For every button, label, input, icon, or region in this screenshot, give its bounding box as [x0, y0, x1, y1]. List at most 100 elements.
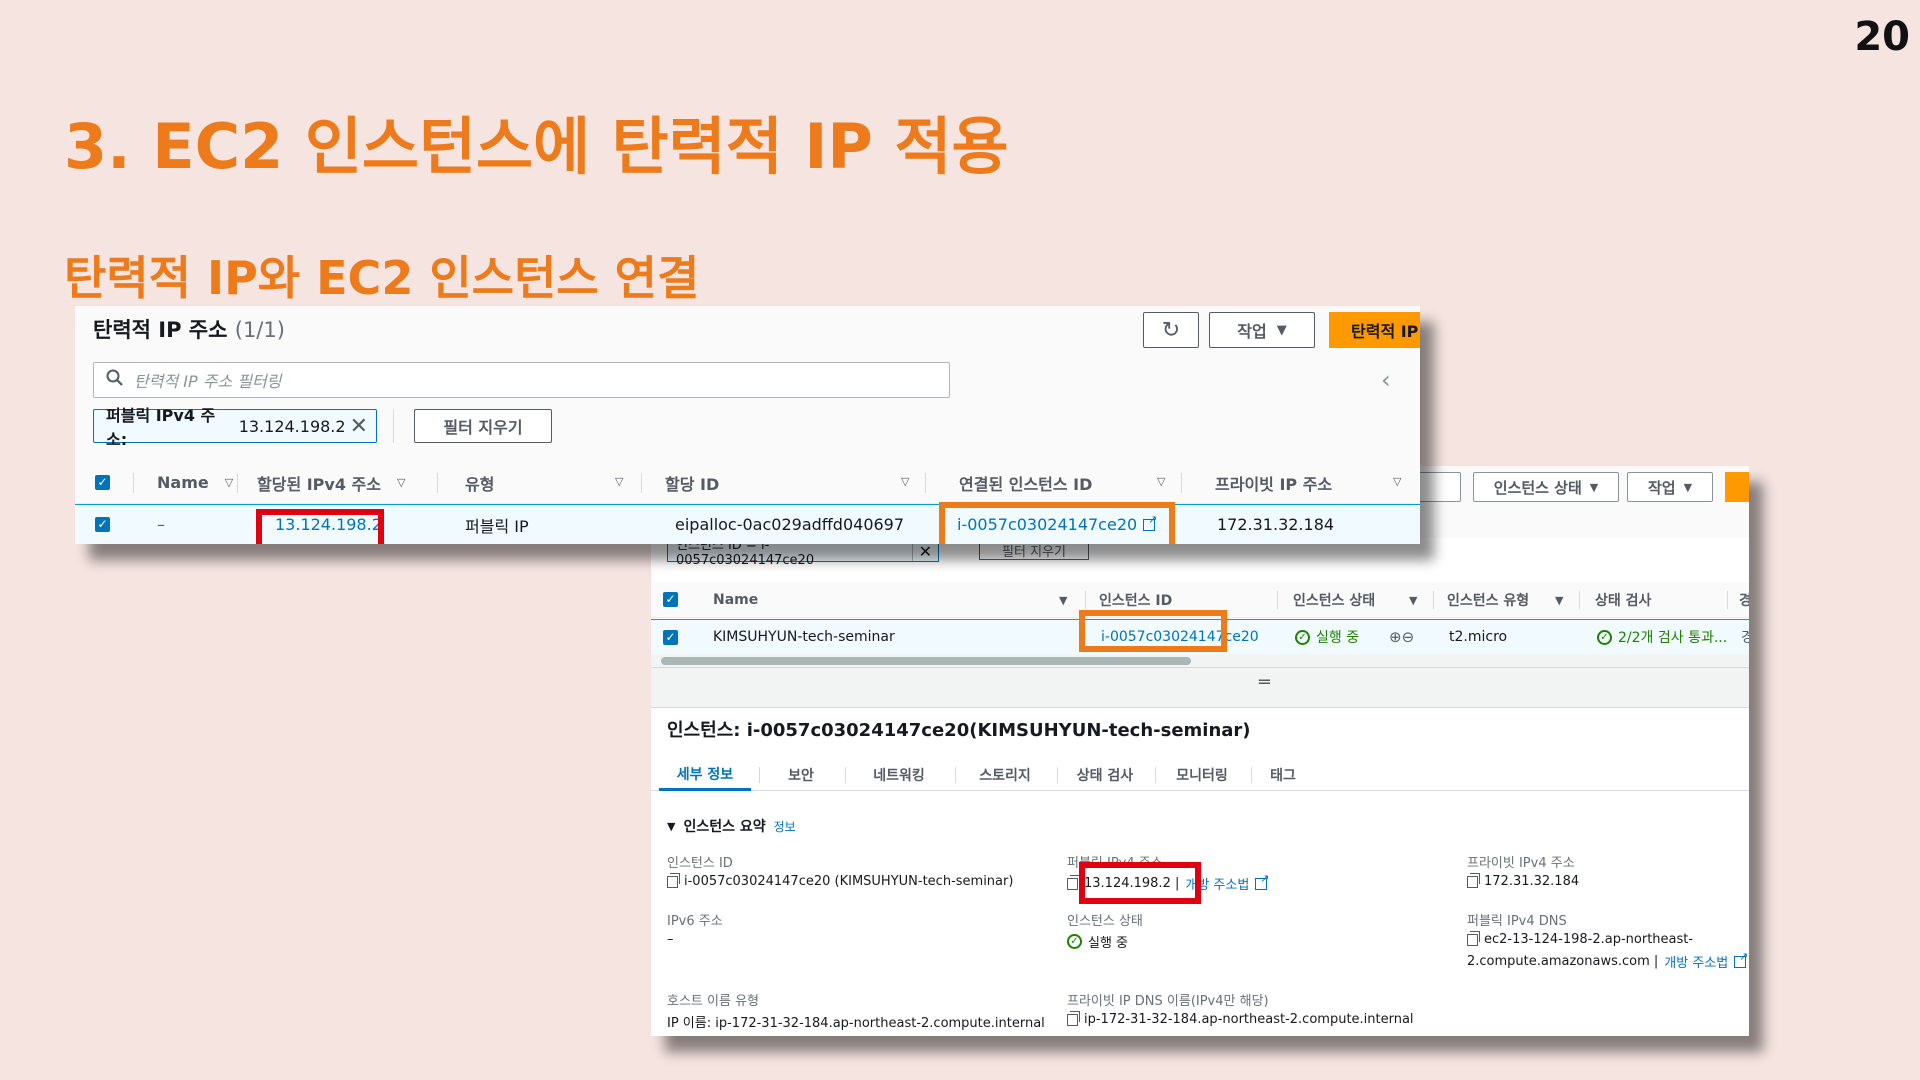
- instance-state-label: 인스턴스 상태: [1067, 914, 1143, 929]
- eip-name: –: [157, 515, 165, 534]
- copy-icon[interactable]: [1467, 872, 1480, 888]
- external-link-icon[interactable]: [1734, 950, 1748, 968]
- col-name[interactable]: Name: [713, 582, 758, 617]
- caret-down-icon: ▼: [1683, 480, 1693, 494]
- row-checkbox[interactable]: ✓: [95, 505, 110, 544]
- slide-title: 3. EC2 인스턴스에 탄력적 IP 적용: [64, 110, 1009, 183]
- col-name[interactable]: Name ▽: [157, 462, 233, 503]
- external-link-icon[interactable]: [1255, 872, 1269, 890]
- drag-handle-icon[interactable]: ═: [1259, 672, 1270, 693]
- col-instance-state[interactable]: 인스턴스 상태: [1293, 582, 1375, 617]
- detail-tabs: 세부 정보 보안 네트워킹 스토리지 상태 검사 모니터링 태그: [651, 759, 1749, 791]
- instance-name: KIMSUHYUN-tech-seminar: [713, 629, 895, 645]
- tab-security[interactable]: 보안: [761, 759, 841, 791]
- tab-details[interactable]: 세부 정보: [659, 759, 751, 791]
- hostname-type-value: IP 이름: ip-172-31-32-184.ap-northeast-2.c…: [667, 1016, 1045, 1031]
- sort-icon[interactable]: ▽: [901, 475, 909, 488]
- sort-icon[interactable]: ▼: [1555, 594, 1563, 607]
- elastic-ip-search-input[interactable]: 탄력적 IP 주소 필터링: [93, 362, 950, 398]
- tab-monitoring[interactable]: 모니터링: [1157, 759, 1247, 791]
- associated-instance-highlight: [939, 502, 1175, 544]
- instance-id-highlight: [1079, 610, 1227, 652]
- caret-down-icon: ▼: [1589, 480, 1599, 494]
- collapse-caret-icon[interactable]: ▼: [667, 820, 675, 833]
- ipv6-value: –: [667, 932, 674, 947]
- hostname-type-label: 호스트 이름 유형: [667, 994, 759, 1009]
- check-circle-icon: ✓: [1295, 629, 1310, 645]
- col-instance-type[interactable]: 인스턴스 유형: [1447, 582, 1529, 617]
- allocate-elastic-ip-button[interactable]: 탄력적 IP: [1329, 312, 1420, 348]
- status-check: ✓ 2/2개 검사 통과...: [1597, 620, 1727, 654]
- instance-state-button[interactable]: 인스턴스 상태 ▼: [1473, 472, 1619, 502]
- col-allocated-ipv4[interactable]: 할당된 IPv4 주소 ▽: [257, 462, 405, 503]
- row-checkbox[interactable]: ✓: [663, 620, 678, 654]
- col-type[interactable]: 유형: [465, 462, 494, 503]
- public-ipv4-highlight: [1079, 862, 1201, 904]
- sort-icon[interactable]: ▽: [225, 476, 233, 489]
- col-allocation-id[interactable]: 할당 ID: [665, 462, 719, 503]
- select-all-checkbox[interactable]: ✓: [95, 462, 110, 503]
- elastic-ip-screenshot: 탄력적 IP 주소 (1/1) ↻ 작업 ▼ 탄력적 IP 탄력적 IP 주소 필…: [75, 306, 1420, 544]
- page-number: 20: [1854, 14, 1910, 60]
- public-dns-value-line2: 2.compute.amazonaws.com | 개방 주소법: [1467, 950, 1748, 972]
- check-circle-icon: ✓: [1597, 629, 1612, 645]
- allocation-id: eipalloc-0ac029adffd040697: [675, 515, 905, 534]
- instance-summary-heading[interactable]: ▼ 인스턴스 요약 정보: [667, 816, 796, 836]
- actions-button[interactable]: 작업 ▼: [1209, 312, 1315, 348]
- col-status-check[interactable]: 상태 검사: [1595, 582, 1651, 617]
- close-icon[interactable]: ✕: [350, 414, 368, 439]
- close-icon[interactable]: ✕: [911, 541, 938, 561]
- refresh-button[interactable]: ↻: [1143, 312, 1199, 348]
- chevron-left-icon[interactable]: ‹: [1381, 366, 1391, 394]
- zoom-icons[interactable]: ⊕⊖: [1389, 620, 1414, 654]
- private-ipv4-value: 172.31.32.184: [1467, 872, 1579, 889]
- instance-state: ✓ 실행 중: [1295, 620, 1359, 654]
- select-all-checkbox[interactable]: ✓: [663, 582, 678, 617]
- tab-tags[interactable]: 태그: [1253, 759, 1313, 791]
- private-ipv4-label: 프라이빗 IPv4 주소: [1467, 856, 1575, 871]
- public-ip-filter-chip[interactable]: 퍼블릭 IPv4 주소: 13.124.198.2 ✕: [93, 406, 377, 449]
- clear-filters-button[interactable]: 필터 지우기: [414, 409, 552, 443]
- sort-icon[interactable]: ▽: [397, 476, 405, 489]
- alarm-status: 경: [1741, 630, 1749, 646]
- instance-id-label: 인스턴스 ID: [667, 856, 733, 871]
- sort-icon[interactable]: ▼: [1059, 594, 1067, 607]
- instances-actions-button[interactable]: 작업 ▼: [1627, 472, 1713, 502]
- private-ip: 172.31.32.184: [1217, 515, 1335, 534]
- sort-icon[interactable]: ▽: [1157, 475, 1165, 488]
- sort-icon[interactable]: ▼: [1409, 594, 1417, 607]
- split-panel-divider[interactable]: ═: [651, 668, 1749, 708]
- ipv6-label: IPv6 주소: [667, 914, 723, 929]
- tab-status-checks[interactable]: 상태 검사: [1059, 759, 1151, 791]
- sort-icon[interactable]: ▽: [615, 475, 623, 488]
- copy-icon[interactable]: [1067, 1010, 1080, 1026]
- public-dns-label: 퍼블릭 IPv4 DNS: [1467, 914, 1567, 929]
- refresh-icon: ↻: [1161, 317, 1181, 343]
- launch-instance-button[interactable]: [1725, 472, 1749, 502]
- horizontal-scrollbar[interactable]: [651, 654, 1749, 668]
- search-icon: [106, 369, 124, 391]
- eip-type: 퍼블릭 IP: [465, 516, 529, 536]
- private-dns-value: ip-172-31-32-184.ap-northeast-2.compute.…: [1067, 1010, 1414, 1027]
- col-alarm[interactable]: 경: [1739, 582, 1749, 617]
- public-dns-value-line1: ec2-13-124-198-2.ap-northeast-: [1467, 930, 1693, 947]
- col-associated-instance[interactable]: 연결된 인스턴스 ID: [959, 462, 1092, 503]
- private-dns-label: 프라이빗 IP DNS 이름(IPv4만 해당): [1067, 994, 1269, 1009]
- tab-storage[interactable]: 스토리지: [957, 759, 1053, 791]
- copy-icon[interactable]: [667, 872, 680, 888]
- copy-icon[interactable]: [1467, 930, 1480, 946]
- tab-networking[interactable]: 네트워킹: [847, 759, 951, 791]
- allocated-ipv4-highlight: [256, 509, 384, 544]
- slide-subtitle: 탄력적 IP와 EC2 인스턴스 연결: [64, 251, 700, 305]
- instance-detail-title: 인스턴스: i-0057c03024147ce20(KIMSUHYUN-tech…: [667, 720, 1251, 741]
- copy-icon[interactable]: [1067, 874, 1080, 890]
- sort-icon[interactable]: ▽: [1393, 475, 1401, 488]
- caret-down-icon: ▼: [1276, 322, 1287, 338]
- instance-id-value: i-0057c03024147ce20 (KIMSUHYUN-tech-semi…: [667, 872, 1013, 889]
- col-private-ip[interactable]: 프라이빗 IP 주소: [1215, 462, 1332, 503]
- elastic-ip-table-header: ✓ Name ▽ 할당된 IPv4 주소 ▽ 유형 ▽ 할당 ID ▽ 연결된 인스…: [75, 462, 1420, 504]
- check-circle-icon: ✓: [1067, 934, 1082, 949]
- instance-type: t2.micro: [1449, 629, 1508, 645]
- info-link[interactable]: 정보: [774, 818, 796, 835]
- open-address-link[interactable]: 개방 주소법: [1664, 952, 1728, 971]
